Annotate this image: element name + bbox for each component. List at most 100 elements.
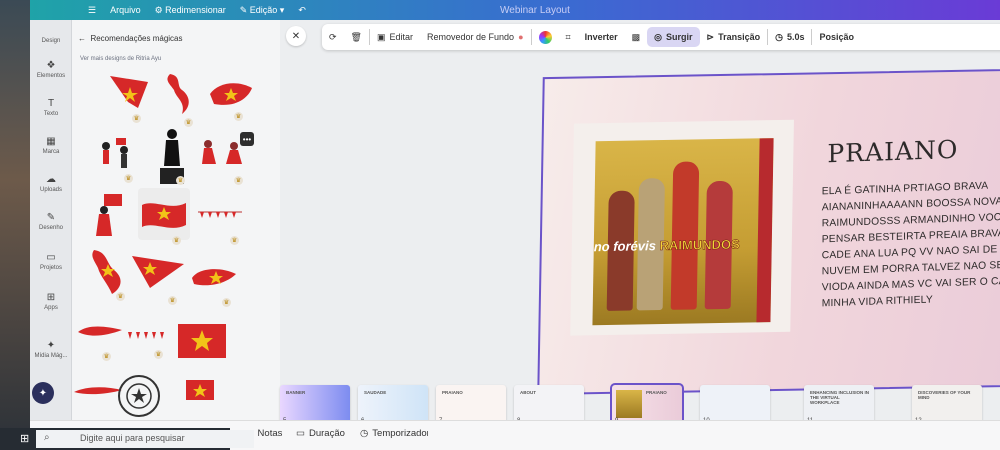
color-button[interactable]: [532, 24, 559, 50]
flip-button[interactable]: Inverter: [578, 24, 625, 50]
duration-toggle-button[interactable]: ▭ Duração: [296, 428, 345, 439]
rail-apps-label: Apps: [44, 305, 58, 311]
timer-button[interactable]: ◷ Temporizador: [360, 428, 428, 439]
undo-icon[interactable]: ↶: [298, 5, 306, 16]
flag-splash-graphic[interactable]: [190, 266, 238, 288]
folder-icon: ▭: [46, 252, 56, 263]
page-thumbnail-title: PRAIANO: [646, 390, 667, 395]
premium-crown-icon: ♛: [176, 176, 185, 185]
page-thumbnail-image: [616, 390, 642, 418]
rail-text[interactable]: T Texto: [30, 98, 72, 117]
rail-magic-media[interactable]: ✦ Mídia Mág...: [30, 340, 72, 359]
vietnam-map-graphic[interactable]: [160, 72, 200, 116]
page-thumbnail-title: SAUDADE: [364, 390, 387, 395]
rail-draw[interactable]: ✎ Desenho: [30, 212, 72, 231]
rail-projects[interactable]: ▭ Projetos: [30, 252, 72, 271]
rail-apps[interactable]: ⊞ Apps: [30, 292, 72, 311]
page-thumbnail-title: ABOUT: [520, 390, 536, 395]
timer-icon: ◷: [360, 428, 369, 439]
slide-body-text[interactable]: ELA É GATINHA PRTIAGO BRAVA AIANANINHAAA…: [822, 176, 1000, 313]
animate-button[interactable]: ◎ Surgir: [647, 27, 700, 47]
hamburger-icon[interactable]: ☰: [88, 5, 96, 16]
album-cover-frame[interactable]: no forévis RAIMUNDOS: [570, 119, 794, 336]
menu-edit[interactable]: ✎ Edição ▾: [240, 5, 285, 16]
rail-brand[interactable]: ▦ Marca: [30, 136, 72, 155]
screen: ☰ Arquivo ⚙ Redimensionar ✎ Edição ▾ ↶ W…: [0, 0, 1000, 450]
duration-button[interactable]: ◷ 5.0s: [768, 24, 811, 50]
canvas-area: ✕ ⟳ 🗑 ▣ Editar Removedor de Fundo ● ⌗ Inve…: [280, 20, 1000, 432]
edit-image-button[interactable]: ▣ Editar: [370, 24, 420, 50]
album-band-text: no forévis RAIMUNDOS: [594, 236, 772, 255]
map-with-star-graphic[interactable]: [88, 246, 130, 296]
rail-magic-media-label: Mídia Mág...: [34, 353, 68, 359]
pennant-flag-graphic[interactable]: [130, 254, 186, 290]
delete-button[interactable]: 🗑: [344, 24, 369, 50]
replace-button[interactable]: ⟳: [322, 24, 344, 50]
rail-uploads[interactable]: ☁ Uploads: [30, 174, 72, 193]
document-title[interactable]: Webinar Layout: [500, 5, 570, 16]
crop-button[interactable]: ⌗: [559, 24, 578, 50]
clock-icon: ◷: [775, 31, 783, 42]
page-thumbnail[interactable]: BANNER5: [280, 385, 350, 425]
transition-button[interactable]: ⊳ Transição: [700, 24, 768, 50]
magic-assistant-button[interactable]: ✦: [32, 382, 54, 404]
slide-title[interactable]: PRAIANO: [827, 135, 958, 169]
flame-brush-graphic[interactable]: [76, 322, 124, 342]
page-thumbnail[interactable]: PRAIANO9: [610, 383, 684, 427]
rail-uploads-label: Uploads: [39, 187, 62, 193]
menu-resize[interactable]: ⚙ Redimensionar: [155, 5, 226, 16]
rail-design[interactable]: Design: [30, 38, 72, 44]
page-thumbnail[interactable]: ENHANCING INCLUSION IN THE VIRTUAL WORKP…: [804, 385, 874, 425]
red-flag-graphic[interactable]: [176, 320, 228, 362]
rail-elements-label: Elementos: [36, 73, 66, 79]
premium-crown-icon: ♛: [132, 114, 141, 123]
triangle-bunting-graphic[interactable]: [126, 330, 172, 342]
waving-flag-graphic[interactable]: [138, 188, 190, 240]
people-with-flags-graphic[interactable]: [94, 132, 138, 178]
back-arrow-icon[interactable]: ←: [78, 34, 86, 43]
menu-edit-label: Edição: [249, 4, 278, 15]
position-button[interactable]: Posição: [812, 24, 861, 50]
panel-header: ← Recomendações mágicas: [78, 34, 183, 43]
bg-remover-button[interactable]: Removedor de Fundo ●: [420, 24, 531, 50]
statue-silhouette-graphic[interactable]: [154, 126, 190, 186]
rail-design-label: Design: [41, 38, 61, 44]
windows-start-icon[interactable]: ⊞: [20, 432, 29, 445]
page-thumbnail[interactable]: DISCOVERIES OF YOUR MIND12: [912, 385, 982, 425]
panel-subtitle[interactable]: Ver mais designs de Ritria Ayu: [80, 56, 161, 62]
context-toolbar: ⟳ 🗑 ▣ Editar Removedor de Fundo ● ⌗ Invert…: [322, 24, 1000, 50]
trash-icon: 🗑: [350, 31, 362, 42]
edit-label: Editar: [389, 32, 414, 42]
bunting-graphic[interactable]: [196, 210, 244, 222]
magic-media-icon: ✦: [46, 340, 56, 351]
panel-title: Recomendações mágicas: [90, 34, 183, 43]
album-red-stripe: [756, 138, 774, 323]
transparency-button[interactable]: ▩: [625, 24, 648, 50]
small-flag-graphic[interactable]: [184, 378, 216, 404]
page-thumbnail[interactable]: 10: [700, 385, 770, 425]
premium-crown-icon: ♛: [102, 352, 111, 361]
rail-brand-label: Marca: [42, 149, 60, 155]
page-thumbnail[interactable]: ABOUT8: [514, 385, 584, 425]
crop-icon: ⌗: [565, 31, 571, 42]
duration-value: 5.0s: [786, 32, 805, 42]
premium-crown-icon: ♛: [124, 174, 133, 183]
taskbar-search-input[interactable]: ⌕ Digite aqui para pesquisar: [36, 430, 254, 448]
flag-map-graphic[interactable]: [108, 72, 152, 112]
replace-icon: ⟳: [329, 31, 337, 42]
girl-with-flag-graphic[interactable]: [90, 192, 126, 242]
menu-file[interactable]: Arquivo: [110, 5, 141, 15]
album-cover-image[interactable]: no forévis RAIMUNDOS: [592, 138, 774, 326]
emblem-graphic[interactable]: [116, 370, 162, 426]
page-thumbnail[interactable]: SAUDADE6: [358, 385, 428, 425]
more-options-button[interactable]: •••: [240, 132, 254, 146]
album-text-a: no forévis: [593, 238, 657, 255]
flag-brush-graphic[interactable]: [208, 80, 254, 110]
close-icon[interactable]: ✕: [286, 26, 306, 46]
rail-elements[interactable]: ❖ Elementos: [30, 60, 72, 79]
album-text-b: RAIMUNDOS: [659, 236, 740, 254]
page-thumbnail[interactable]: PRAIANO7: [436, 385, 506, 425]
bg-remover-label: Removedor de Fundo: [427, 32, 515, 42]
slide[interactable]: no forévis RAIMUNDOS PRAIANO ELA É GATIN…: [537, 66, 1000, 396]
animate-icon: ◎: [654, 31, 662, 42]
